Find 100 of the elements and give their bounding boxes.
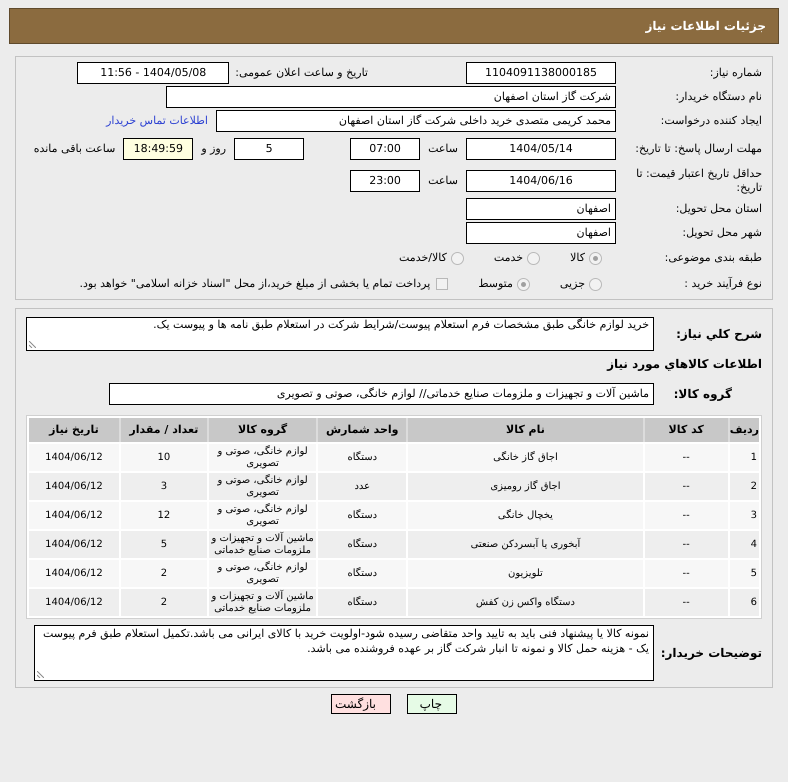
- table-cell: لوازم خانگی، صوتی و تصویری: [208, 473, 316, 500]
- table-cell: دستگاه: [318, 444, 406, 471]
- text-field[interactable]: 18:49:59: [123, 138, 194, 160]
- table-cell: 1404/06/12: [28, 473, 119, 500]
- table-cell: 3: [120, 473, 207, 500]
- column-header: تعداد / مقدار: [120, 418, 207, 442]
- text-field[interactable]: 07:00: [350, 138, 420, 160]
- text-field[interactable]: 1404/05/08 - 11:56: [77, 62, 230, 84]
- table-cell: 1: [730, 444, 759, 471]
- table-cell: 5: [730, 560, 759, 587]
- back-button[interactable]: بازگشت: [331, 694, 391, 714]
- table-cell: 10: [120, 444, 207, 471]
- table-cell: --: [644, 502, 728, 529]
- field-label: شهر محل تحویل:: [681, 226, 762, 240]
- field-label: حداقل تاریخ اعتبار قیمت: تا تاریخ:: [635, 167, 762, 195]
- text-field[interactable]: 1404/05/14: [466, 138, 616, 160]
- table-cell: --: [644, 531, 728, 558]
- radio-button[interactable]: [589, 252, 602, 264]
- field-label: ساعت: [428, 140, 458, 157]
- section-title: اطلاعات کالاهاي مورد نياز: [606, 356, 762, 373]
- radio-label: کالا: [570, 250, 585, 266]
- table-cell: 1404/06/12: [28, 560, 119, 587]
- checkbox[interactable]: [436, 278, 448, 290]
- table-cell: لوازم خانگی، صوتی و تصویری: [208, 444, 316, 471]
- text-field[interactable]: ماشین آلات و تجهیزات و ملزومات صنایع خدماتی// لوازم خانگی، صوتی و تصویری: [109, 383, 654, 405]
- table-cell: 2: [120, 560, 207, 587]
- field-label: توضیحات خریدار:: [660, 645, 762, 662]
- table-cell: دستگاه: [318, 560, 406, 587]
- table-cell: 1404/06/12: [28, 589, 119, 616]
- table-cell: اجاق گاز رومیزی: [408, 473, 643, 500]
- text-field[interactable]: 5: [234, 138, 304, 160]
- field-label: تاریخ و ساعت اعلان عمومی:: [235, 64, 368, 81]
- table-cell: تلویزیون: [408, 560, 643, 587]
- field-label: ساعت: [428, 172, 458, 189]
- print-button[interactable]: چاپ: [407, 694, 457, 714]
- text-field[interactable]: اصفهان: [466, 222, 616, 244]
- table-cell: 6: [730, 589, 759, 616]
- radio-label: کالا/خدمت: [399, 250, 447, 266]
- table-cell: --: [644, 560, 728, 587]
- field-label: گروه کالا:: [672, 386, 733, 403]
- table-cell: 12: [120, 502, 207, 529]
- table-cell: --: [644, 473, 728, 500]
- table-cell: 1404/06/12: [28, 531, 119, 558]
- resize-grip-icon: [29, 341, 36, 348]
- column-header: واحد شمارش: [318, 418, 406, 442]
- table-cell: --: [644, 589, 728, 616]
- field-label: روز و: [201, 140, 226, 157]
- field-label: نام دستگاه خریدار:: [674, 90, 762, 104]
- table-cell: دستگاه: [318, 589, 406, 616]
- table-cell: دستگاه: [318, 502, 406, 529]
- field-label: شماره نیاز:: [708, 66, 762, 80]
- text-field[interactable]: 23:00: [350, 170, 420, 192]
- field-label: مهلت ارسال پاسخ: تا تاریخ:: [634, 142, 762, 156]
- table-cell: لوازم خانگی، صوتی و تصویری: [208, 560, 316, 587]
- contact-link[interactable]: اطلاعات تماس خریدار: [106, 112, 208, 130]
- table-cell: 1404/06/12: [28, 444, 119, 471]
- column-header: نام کالا: [408, 418, 643, 442]
- table-cell: 1404/06/12: [28, 502, 119, 529]
- radio-button[interactable]: [589, 278, 602, 290]
- table-cell: اجاق گاز خانگی: [408, 444, 643, 471]
- field-label: ساعت باقی مانده: [34, 140, 116, 157]
- payment-note: پرداخت تمام یا بخشی از مبلغ خرید،از محل "اسناد خزانه اسلامی" خواهد بود.: [80, 276, 430, 292]
- description-textarea[interactable]: خرید لوازم خانگی طبق مشخصات فرم استعلام پیوست/شرایط شرکت در استعلام طبق نامه ها و پیوست یک.: [26, 317, 654, 351]
- text-field[interactable]: 1104091138000185: [466, 62, 616, 84]
- table-cell: ماشین آلات و تجهیزات و ملزومات صنایع خدماتی: [208, 531, 316, 558]
- table-cell: 3: [730, 502, 759, 529]
- field-label: استان محل تحویل:: [674, 202, 762, 216]
- table-cell: 2: [730, 473, 759, 500]
- table-cell: 4: [730, 531, 759, 558]
- table-cell: 2: [120, 589, 207, 616]
- text-field[interactable]: محمد کریمی متصدی خرید داخلی شرکت گاز استان اصفهان: [216, 110, 616, 132]
- notes-textarea[interactable]: نمونه کالا یا پیشنهاد فنی باید به تایید واحد متقاضی رسیده شود-اولویت خرید با کالای ایرانی می باشد.تکمیل استعلام طبق فرم پیوست یک - هزینه حمل کالا و نمونه تا انبار شرکت گاز بر عهده فروشنده می باشد.: [34, 625, 654, 681]
- radio-button[interactable]: [516, 278, 530, 290]
- table-cell: دستگاه واکس زن کفش: [408, 589, 643, 616]
- page-title: جزئیات اطلاعات نیاز: [645, 18, 766, 35]
- field-label: شرح کلي نياز:: [675, 326, 762, 343]
- table-cell: لوازم خانگی، صوتی و تصویری: [208, 502, 316, 529]
- column-header: کد کالا: [644, 418, 728, 442]
- table-cell: ماشین آلات و تجهیزات و ملزومات صنایع خدماتی: [208, 589, 316, 616]
- table-cell: 5: [120, 531, 207, 558]
- table-cell: --: [644, 444, 728, 471]
- field-label: طبقه بندی موضوعی:: [664, 251, 762, 265]
- table-cell: دستگاه: [318, 531, 406, 558]
- text-field[interactable]: 1404/06/16: [466, 170, 616, 192]
- column-header: ردیف: [730, 418, 759, 442]
- table-cell: عدد: [318, 473, 406, 500]
- radio-label: خدمت: [494, 250, 524, 266]
- table-cell: یخچال خانگی: [408, 502, 643, 529]
- radio-button[interactable]: [527, 252, 540, 264]
- column-header: تاریخ نیاز: [28, 418, 119, 442]
- radio-button[interactable]: [450, 252, 464, 264]
- text-field[interactable]: شرکت گاز استان اصفهان: [166, 86, 616, 108]
- table-cell: آبخوری یا آبسردکن صنعتی: [408, 531, 643, 558]
- radio-label: جزیی: [560, 276, 585, 292]
- column-header: گروه کالا: [208, 418, 316, 442]
- field-label: نوع فرآیند خرید :: [683, 277, 762, 291]
- resize-grip-icon: [37, 671, 44, 678]
- text-field[interactable]: اصفهان: [466, 198, 616, 220]
- radio-label: متوسط: [478, 276, 513, 292]
- field-label: ایجاد کننده درخواست:: [660, 114, 762, 128]
